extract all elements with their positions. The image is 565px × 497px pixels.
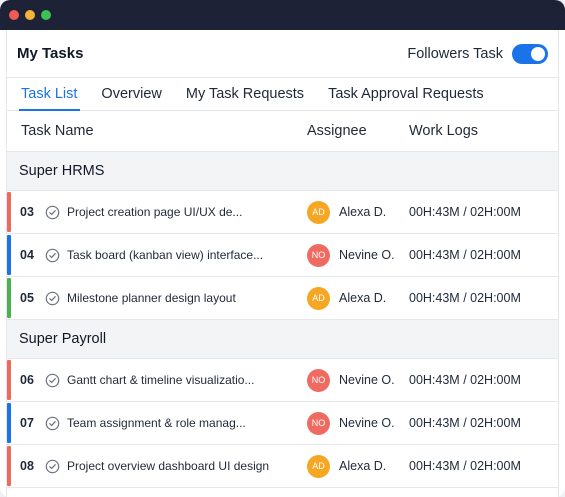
priority-bar	[7, 403, 11, 443]
followers-task-control: Followers Task	[407, 43, 548, 64]
assignee-name: Nevine O.	[339, 248, 395, 262]
work-logs: 00H:43M / 02H:00M	[409, 248, 521, 262]
task-number: 07	[20, 416, 34, 430]
group-name: Super HRMS	[19, 163, 105, 179]
check-circle-icon[interactable]	[45, 459, 60, 474]
task-name[interactable]: Milestone planner design layout	[67, 291, 277, 305]
priority-bar	[7, 360, 11, 400]
task-name[interactable]: Team assignment & role manag...	[67, 416, 277, 430]
assignee-name: Nevine O.	[339, 373, 395, 387]
priority-bar	[7, 192, 11, 232]
minimize-window-button[interactable]	[25, 10, 35, 20]
task-name[interactable]: Project overview dashboard UI design	[67, 459, 277, 473]
task-row[interactable]: 05 Milestone planner design layout AD Alexa…	[7, 277, 558, 320]
assignee-name: Alexa D.	[339, 291, 387, 305]
tab-overview[interactable]: Overview	[101, 86, 161, 110]
followers-task-toggle[interactable]	[512, 43, 548, 64]
group-name: Super Payroll	[19, 331, 107, 347]
tab-my-task-requests[interactable]: My Task Requests	[186, 86, 304, 110]
task-row[interactable]: 03 Project creation page UI/UX de... AD Ale…	[7, 191, 558, 234]
task-row[interactable]: 06 Gantt chart & timeline visualizatio...…	[7, 359, 558, 402]
avatar: AD	[307, 200, 330, 224]
work-logs: 00H:43M / 02H:00M	[409, 205, 521, 219]
work-logs: 00H:43M / 02H:00M	[409, 291, 521, 305]
task-name[interactable]: Project creation page UI/UX de...	[67, 205, 277, 219]
avatar: NO	[307, 368, 330, 392]
work-logs: 00H:43M / 02H:00M	[409, 416, 521, 430]
maximize-window-button[interactable]	[41, 10, 51, 20]
close-window-button[interactable]	[9, 10, 19, 20]
panel-header: My Tasks Followers Task	[7, 30, 558, 78]
table-header: Task Name Assignee Work Logs	[7, 111, 558, 152]
toggle-knob	[531, 46, 545, 61]
page-title: My Tasks	[17, 45, 84, 62]
avatar: AD	[307, 454, 330, 478]
tab-task-approval-requests[interactable]: Task Approval Requests	[328, 86, 484, 110]
avatar: AD	[307, 286, 330, 310]
task-number: 04	[20, 248, 34, 262]
task-row[interactable]: 07 Team assignment & role manag... NO Nevin…	[7, 402, 558, 445]
task-name[interactable]: Task board (kanban view) interface...	[67, 248, 277, 262]
task-number: 06	[20, 373, 34, 387]
avatar: NO	[307, 411, 330, 435]
work-logs: 00H:43M / 02H:00M	[409, 459, 521, 473]
check-circle-icon[interactable]	[45, 416, 60, 431]
assignee-name: Nevine O.	[339, 416, 395, 430]
task-name[interactable]: Gantt chart & timeline visualizatio...	[67, 373, 277, 387]
check-circle-icon[interactable]	[45, 291, 60, 306]
tab-task-list[interactable]: Task List	[18, 86, 81, 111]
group-header[interactable]: Super Payroll	[7, 320, 558, 359]
title-bar	[0, 0, 565, 30]
assignee-name: Alexa D.	[339, 459, 387, 473]
followers-task-label: Followers Task	[407, 45, 503, 62]
task-number: 03	[20, 205, 34, 219]
task-row[interactable]: 04 Task board (kanban view) interface... N…	[7, 234, 558, 277]
task-row[interactable]: 08 Project overview dashboard UI design AD…	[7, 445, 558, 488]
work-logs: 00H:43M / 02H:00M	[409, 373, 521, 387]
column-task-name[interactable]: Task Name	[21, 123, 94, 139]
check-circle-icon[interactable]	[45, 205, 60, 220]
group-header[interactable]: Super HRMS	[7, 152, 558, 191]
check-circle-icon[interactable]	[45, 248, 60, 263]
priority-bar	[7, 235, 11, 275]
task-number: 08	[20, 459, 34, 473]
column-work-logs[interactable]: Work Logs	[409, 123, 478, 139]
task-number: 05	[20, 291, 34, 305]
priority-bar	[7, 278, 11, 318]
tab-bar: Task List Overview My Task Requests Task…	[7, 78, 558, 111]
priority-bar	[7, 446, 11, 486]
avatar: NO	[307, 243, 330, 267]
column-assignee[interactable]: Assignee	[307, 123, 367, 139]
app-window: My Tasks Followers Task Task List Overvi…	[0, 0, 565, 497]
assignee-name: Alexa D.	[339, 205, 387, 219]
check-circle-icon[interactable]	[45, 373, 60, 388]
tasks-panel: My Tasks Followers Task Task List Overvi…	[6, 30, 559, 497]
task-table-body: Super HRMS 03 Project creation page UI/UX …	[7, 152, 558, 488]
